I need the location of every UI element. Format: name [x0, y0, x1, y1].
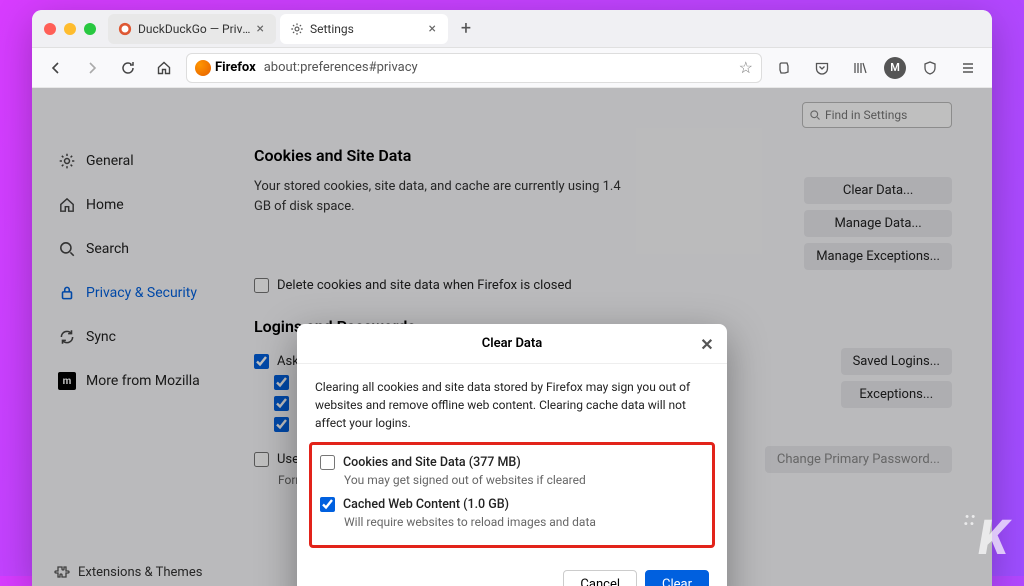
new-tab-button[interactable]: + [452, 15, 480, 43]
option-subtext: You may get signed out of websites if cl… [344, 473, 704, 487]
content-area: Find in Settings General Home Search [32, 88, 992, 586]
clear-button[interactable]: Clear [645, 570, 709, 586]
minimize-window-button[interactable] [64, 23, 76, 35]
tab-label: Settings [310, 22, 427, 36]
tab-settings[interactable]: Settings × [280, 14, 448, 44]
url-bar[interactable]: Firefox about:preferences#privacy ☆ [186, 53, 762, 83]
account-avatar[interactable]: M [884, 57, 906, 79]
nav-toolbar: Firefox about:preferences#privacy ☆ M [32, 48, 992, 88]
duckduckgo-icon [118, 22, 132, 36]
window-controls [44, 23, 96, 35]
gear-icon [290, 22, 304, 36]
close-tab-icon[interactable]: × [427, 21, 438, 37]
option-cookies-checkbox[interactable]: Cookies and Site Data (377 MB) [320, 455, 704, 470]
dialog-header: Clear Data ✕ [297, 324, 727, 364]
pocket-button[interactable] [808, 54, 836, 82]
forward-button[interactable] [78, 54, 106, 82]
library-button[interactable] [846, 54, 874, 82]
url-text: about:preferences#privacy [264, 60, 418, 75]
cancel-button[interactable]: Cancel [563, 570, 637, 586]
dialog-title: Clear Data [482, 336, 543, 351]
titlebar: DuckDuckGo — Privacy, simplif × Settings… [32, 10, 992, 48]
extensions-button[interactable] [770, 54, 798, 82]
dialog-close-button[interactable]: ✕ [697, 334, 717, 354]
bookmark-star-icon[interactable]: ☆ [739, 58, 753, 77]
maximize-window-button[interactable] [84, 23, 96, 35]
option-cache: Cached Web Content (1.0 GB) Will require… [320, 497, 704, 529]
option-title: Cookies and Site Data (377 MB) [343, 455, 521, 470]
option-cache-checkbox[interactable]: Cached Web Content (1.0 GB) [320, 497, 704, 512]
url-prefix: Firefox [215, 60, 256, 75]
back-button[interactable] [42, 54, 70, 82]
option-title: Cached Web Content (1.0 GB) [343, 497, 509, 512]
close-window-button[interactable] [44, 23, 56, 35]
tab-label: DuckDuckGo — Privacy, simplif [138, 22, 255, 36]
dialog-intro: Clearing all cookies and site data store… [315, 378, 709, 432]
menu-button[interactable] [954, 54, 982, 82]
firefox-icon [195, 60, 211, 76]
tab-duckduckgo[interactable]: DuckDuckGo — Privacy, simplif × [108, 14, 276, 44]
dialog-highlight-box: Cookies and Site Data (377 MB) You may g… [309, 442, 715, 548]
browser-window: DuckDuckGo — Privacy, simplif × Settings… [32, 10, 992, 586]
reload-button[interactable] [114, 54, 142, 82]
close-tab-icon[interactable]: × [255, 21, 266, 37]
identity-box[interactable]: Firefox [195, 60, 256, 76]
option-subtext: Will require websites to reload images a… [344, 515, 704, 529]
clear-data-dialog: Clear Data ✕ Clearing all cookies and si… [297, 324, 727, 586]
option-cookies: Cookies and Site Data (377 MB) You may g… [320, 455, 704, 487]
home-button[interactable] [150, 54, 178, 82]
shield-icon[interactable] [916, 54, 944, 82]
watermark-logo: ::K [964, 509, 1006, 566]
